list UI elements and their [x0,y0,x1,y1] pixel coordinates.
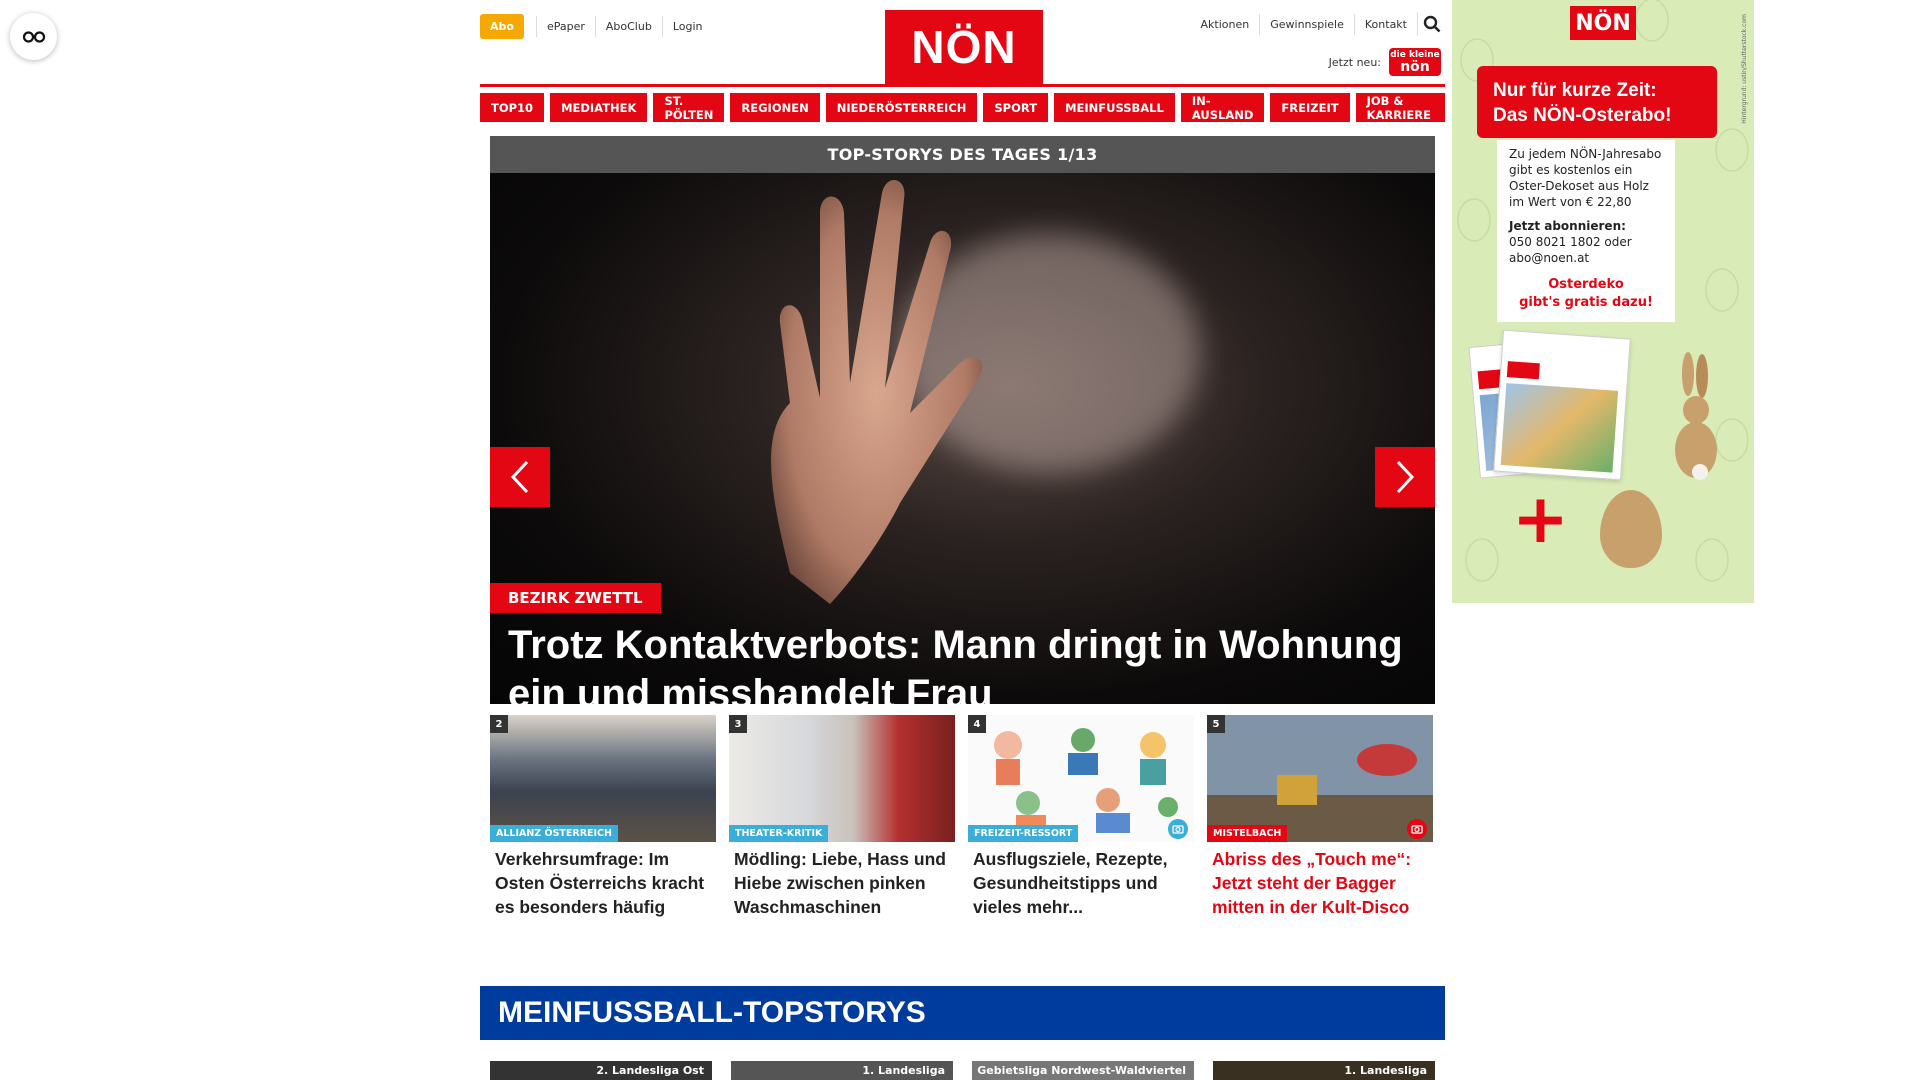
ad-subscribe-label: Jetzt abonnieren: [1509,219,1626,233]
page: Abo ePaper AboClub Login NÖN Aktionen Ge… [480,0,1445,1080]
league-label: Gebietsliga Nordwest-Waldviertel [977,1064,1186,1077]
gallery-badge [1407,819,1427,839]
header-divider [480,84,1445,87]
ad-gift-line2: gibt's gratis dazu! [1519,295,1653,310]
top-story-teasers: 2 ALLIANZ ÖSTERREICH Verkehrsumfrage: Im… [490,715,1435,919]
teaser-category: ALLIANZ ÖSTERREICH [490,825,618,842]
league-label: 2. Landesliga Ost [596,1064,704,1077]
jetzt-neu-label: Jetzt neu: [1328,55,1381,69]
nav-in-ausland[interactable]: IN-AUSLAND [1180,93,1265,122]
slider-next-button[interactable] [1375,447,1435,507]
teaser-image[interactable]: 4 FREIZEIT-RESSORT [968,715,1194,842]
teaser-image[interactable]: 3 THEATER-KRITIK [729,715,955,842]
aktionen-link[interactable]: Aktionen [1191,14,1260,35]
meinfussball-teaser[interactable]: 1. Landesliga [1213,1061,1435,1080]
nav-sport[interactable]: SPORT [983,93,1049,122]
camera-icon [1411,825,1423,834]
ad-headline-line1: Nur für kurze Zeit: [1493,80,1657,101]
top-story-title[interactable]: Trotz Kontaktverbots: Mann dringt in Woh… [508,621,1408,704]
nav-regionen[interactable]: REGIONEN [730,93,820,122]
top-nav: Abo ePaper AboClub Login [480,14,713,39]
disco-building-image [1207,715,1433,842]
ad-info-card: Zu jedem NÖN-Jahresabo gibt es kostenlos… [1497,140,1675,322]
teaser-number: 4 [968,715,986,733]
ad-noen-logo: NÖN [1570,6,1636,40]
ad-offer-text: Zu jedem NÖN-Jahresabo gibt es kostenlos… [1509,147,1662,209]
teaser-category: THEATER-KRITIK [729,825,829,842]
right-nav: Aktionen Gewinnspiele Kontakt [1191,12,1445,36]
chevron-left-icon [510,460,529,494]
teaser-category: MISTELBACH [1207,825,1288,842]
epaper-link[interactable]: ePaper [535,16,595,37]
newspaper-photo [1500,383,1619,473]
slider-prev-button[interactable] [490,447,550,507]
ad-image-credit: Hintergrund: ustin/Shutterstock.com [1741,14,1748,124]
meinfussball-teasers: 2. Landesliga Ost 1. Landesliga Gebietsl… [490,1061,1435,1080]
ad-gift-line1: Osterdeko [1548,277,1624,292]
jetzt-neu: Jetzt neu: die kleine nön [1329,48,1441,76]
die-kleine-noen-logo[interactable]: die kleine nön [1389,48,1441,76]
league-label: 1. Landesliga [862,1064,945,1077]
noen-logo[interactable]: NÖN [885,10,1043,84]
teaser-image[interactable]: 5 MISTELBACH [1207,715,1433,842]
teaser-card[interactable]: 2 ALLIANZ ÖSTERREICH Verkehrsumfrage: Im… [490,715,716,919]
top-story-slider[interactable]: TOP-STORYS DES TAGES 1/13 BEZIRK ZWETTL … [490,136,1435,704]
gewinnspiele-link[interactable]: Gewinnspiele [1259,13,1354,35]
camera-icon [1172,825,1184,834]
meinfussball-teaser[interactable]: 1. Landesliga [731,1061,953,1080]
aboclub-link[interactable]: AboClub [594,16,662,37]
teaser-card[interactable]: 5 MISTELBACH Abriss des „Touch me“: Jetz… [1207,715,1433,919]
teaser-title[interactable]: Verkehrsumfrage: Im Osten Österreichs kr… [490,842,716,919]
teaser-image[interactable]: 2 ALLIANZ ÖSTERREICH [490,715,716,842]
noen-small-label: nön [1400,58,1430,75]
teaser-card[interactable]: 4 FREIZEIT-RESSORT Ausflugsziele, Rezept… [968,715,1194,919]
nav-mediathek[interactable]: MEDIATHEK [550,93,648,122]
kontakt-link[interactable]: Kontakt [1353,13,1417,35]
top-story-category[interactable]: BEZIRK ZWETTL [490,583,661,613]
nav-meinfussball[interactable]: MEINFUSSBALL [1054,93,1175,122]
search-button[interactable] [1417,12,1445,36]
newspaper-masthead [1506,361,1540,380]
abo-button[interactable]: Abo [480,14,524,39]
teaser-title[interactable]: Ausflugsziele, Rezepte, Gesundheitstipps… [968,842,1194,919]
teaser-card[interactable]: 3 THEATER-KRITIK Mödling: Liebe, Hass un… [729,715,955,919]
teaser-category: FREIZEIT-RESSORT [968,825,1079,842]
plus-icon: + [1512,480,1569,559]
wooden-bunny-image [1675,352,1717,480]
meinfussball-teaser[interactable]: 2. Landesliga Ost [490,1061,712,1080]
illustration-image [994,728,1178,833]
ad-contact-text: 050 8021 1802 oder abo@noen.at [1509,235,1632,265]
top-story-heading: TOP-STORYS DES TAGES 1/13 [490,136,1435,173]
league-label: 1. Landesliga [1344,1064,1427,1077]
teaser-title[interactable]: Abriss des „Touch me“: Jetzt steht der B… [1207,842,1433,919]
osterabo-advertisement[interactable]: NÖN Hintergrund: ustin/Shutterstock.com … [1452,0,1754,603]
top-story-image[interactable]: BEZIRK ZWETTL Trotz Kontaktverbots: Mann… [490,173,1435,704]
teaser-title[interactable]: Mödling: Liebe, Hass und Hiebe zwischen … [729,842,955,919]
nav-niederoesterreich[interactable]: NIEDERÖSTERREICH [825,93,978,122]
glasses-icon [22,30,45,43]
reader-mode-button[interactable] [10,13,57,60]
newspaper-image [1493,329,1631,481]
ad-gift-text: Osterdeko gibt's gratis dazu! [1509,276,1663,312]
nav-st-poelten[interactable]: ST. PÖLTEN [653,93,725,122]
nav-freizeit[interactable]: FREIZEIT [1270,93,1350,122]
teaser-number: 2 [490,715,508,733]
nav-job-karriere[interactable]: JOB & KARRIERE [1355,93,1445,122]
login-link[interactable]: Login [661,16,713,37]
teaser-number: 3 [729,715,747,733]
gallery-badge [1168,819,1188,839]
meinfussball-teaser[interactable]: Gebietsliga Nordwest-Waldviertel [972,1061,1194,1080]
nav-top10[interactable]: TOP10 [480,93,545,122]
search-icon [1423,15,1440,33]
meinfussball-heading[interactable]: MEINFUSSBALL-TOPSTORYS [480,986,1445,1040]
main-nav: TOP10 MEDIATHEK ST. PÖLTEN REGIONEN NIED… [480,93,1445,122]
ad-headline-line2: Das NÖN-Osterabo! [1493,105,1672,126]
ad-headline: Nur für kurze Zeit: Das NÖN-Osterabo! [1477,66,1717,138]
chevron-right-icon [1396,460,1415,494]
teaser-number: 5 [1207,715,1225,733]
header: Abo ePaper AboClub Login NÖN Aktionen Ge… [480,0,1445,84]
